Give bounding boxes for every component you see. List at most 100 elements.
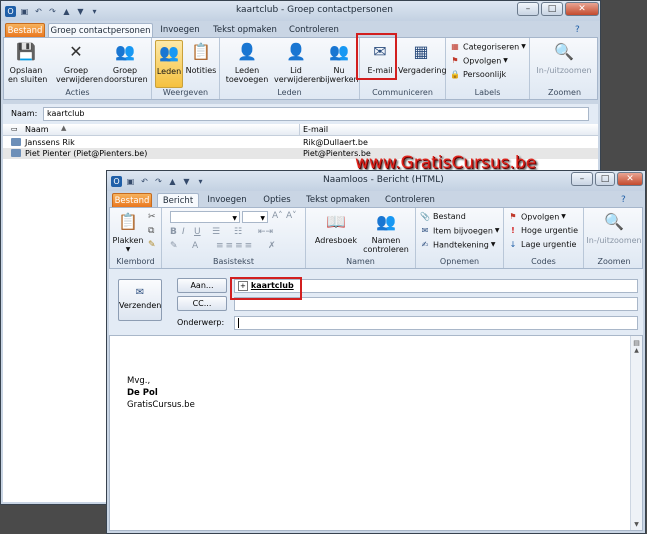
tab-bericht[interactable]: Bericht	[157, 193, 199, 208]
paperclip-icon: 📎	[420, 211, 430, 221]
tab-groep-contactpersonen[interactable]: Groep contactpersonen	[48, 23, 153, 38]
cc-button[interactable]: CC...	[177, 296, 227, 311]
font-size-select[interactable]: ▼	[242, 211, 268, 223]
categorize-button[interactable]: ▦ Categoriseren ▼	[450, 41, 526, 54]
col-naam[interactable]: Naam	[25, 125, 49, 134]
tab-invoegen[interactable]: Invoegen	[155, 23, 205, 38]
signature-button[interactable]: ✍ Handtekening ▼	[420, 239, 496, 252]
add-members-button[interactable]: 👤 Leden toevoegen	[224, 40, 270, 84]
numbering-icon[interactable]: ☷	[234, 227, 242, 237]
font-color-icon[interactable]: A	[192, 241, 198, 251]
to-button[interactable]: Aan...	[177, 278, 227, 293]
up-icon[interactable]: ▲	[167, 176, 178, 187]
tab-invoegen[interactable]: Invoegen	[203, 193, 251, 208]
followup-button[interactable]: ⚑ Opvolgen ▼	[508, 211, 566, 224]
group-zoomen: 🔍 In-/uitzoomen Zoomen	[584, 208, 644, 268]
shrink-font-icon[interactable]: A˅	[286, 211, 297, 221]
ruler-icon[interactable]: ▤	[631, 339, 642, 347]
tab-controleren[interactable]: Controleren	[379, 193, 441, 208]
redo-icon[interactable]: ↷	[153, 176, 164, 187]
attach-file-button[interactable]: 📎 Bestand	[420, 211, 466, 223]
vertical-scrollbar[interactable]: ▤ ▲ ▼	[630, 336, 642, 530]
highlight-icon[interactable]: ✎	[170, 241, 178, 251]
group-label-codes: Codes	[531, 257, 556, 266]
help-icon[interactable]: ?	[575, 25, 580, 35]
body-line-site: GratisCursus.be	[127, 400, 195, 410]
underline-icon[interactable]: U	[194, 227, 201, 237]
italic-icon[interactable]: I	[182, 227, 185, 237]
close-button[interactable]: ✕	[565, 2, 599, 16]
notes-label: Notities	[185, 66, 217, 75]
minimize-button[interactable]: –	[571, 172, 593, 186]
tab-tekst-opmaken[interactable]: Tekst opmaken	[210, 23, 280, 38]
cut-icon[interactable]: ✂	[148, 212, 156, 222]
customize-icon[interactable]: ▾	[89, 6, 100, 17]
down-icon[interactable]: ▼	[181, 176, 192, 187]
delete-x-icon: ✕	[69, 42, 83, 61]
update-now-button[interactable]: 👥 Nu bijwerken	[320, 40, 359, 84]
message-body[interactable]: Mvg., De Pol GratisCursus.be ▤ ▲ ▼	[109, 335, 643, 531]
copy-icon[interactable]: ⧉	[148, 226, 154, 236]
paste-label: Plakken	[112, 236, 144, 245]
tab-tekst-opmaken[interactable]: Tekst opmaken	[303, 193, 373, 208]
low-importance-button[interactable]: ↓ Lage urgentie	[508, 239, 577, 251]
save-icon[interactable]: ▣	[19, 6, 30, 17]
send-button[interactable]: ✉ Verzenden	[118, 279, 162, 321]
followup-button[interactable]: ⚑ Opvolgen ▼	[450, 55, 508, 68]
group-label-zoomen: Zoomen	[597, 257, 631, 266]
bold-icon[interactable]: B	[170, 227, 177, 237]
font-name-select[interactable]: ▼	[170, 211, 240, 223]
attach-item-button[interactable]: ✉ Item bijvoegen ▼	[420, 225, 500, 238]
meeting-button[interactable]: ▦ Vergadering	[398, 40, 447, 75]
check-names-button[interactable]: 👥 Namen controleren	[362, 210, 410, 254]
up-icon[interactable]: ▲	[61, 6, 72, 17]
minimize-button[interactable]: –	[517, 2, 539, 16]
high-importance-button[interactable]: ! Hoge urgentie	[508, 225, 578, 237]
help-icon[interactable]: ?	[621, 195, 626, 205]
maximize-button[interactable]: □	[541, 2, 563, 16]
grow-font-icon[interactable]: A˄	[272, 211, 283, 221]
group-label-opnemen: Opnemen	[439, 257, 480, 266]
maximize-button[interactable]: □	[595, 172, 615, 186]
customize-icon[interactable]: ▾	[195, 176, 206, 187]
delete-group-button[interactable]: ✕ Groep verwijderen	[56, 40, 103, 84]
subject-input[interactable]	[234, 316, 638, 330]
group-label-klembord: Klembord	[116, 257, 155, 266]
tab-bestand[interactable]: Bestand	[5, 23, 45, 38]
scroll-down-icon[interactable]: ▼	[631, 521, 642, 528]
members-button[interactable]: 👥 Leden	[155, 40, 183, 88]
remove-member-button[interactable]: 👤 Lid verwijderen	[274, 40, 321, 84]
lock-icon: 🔒	[450, 69, 460, 79]
private-button[interactable]: 🔒 Persoonlijk	[450, 69, 506, 81]
format-painter-icon[interactable]: ✎	[148, 240, 156, 250]
dropdown-arrow-icon: ▼	[503, 57, 508, 64]
categorize-label: Categoriseren	[463, 42, 520, 52]
redo-icon[interactable]: ↷	[47, 6, 58, 17]
dropdown-arrow-icon: ▼	[125, 246, 131, 253]
scroll-up-icon[interactable]: ▲	[631, 347, 642, 354]
table-row[interactable]: Janssens Rik Rik@Dullaert.be	[3, 137, 598, 148]
down-icon[interactable]: ▼	[75, 6, 86, 17]
save-icon[interactable]: ▣	[125, 176, 136, 187]
indent-icon[interactable]: ⇤⇥	[258, 227, 273, 237]
zoom-button[interactable]: 🔍 In-/uitzoomen	[533, 40, 595, 75]
paste-button[interactable]: 📋 Plakken ▼	[112, 210, 144, 254]
clear-format-icon[interactable]: ✗	[268, 241, 276, 251]
align-icons[interactable]: ≡≡≡≡	[216, 241, 254, 251]
undo-icon[interactable]: ↶	[33, 6, 44, 17]
zoom-button[interactable]: 🔍 In-/uitzoomen	[585, 210, 643, 245]
tab-opties[interactable]: Opties	[257, 193, 297, 208]
high-importance-label: Hoge urgentie	[521, 226, 579, 235]
col-email[interactable]: E-mail	[303, 125, 328, 134]
notes-button[interactable]: 📋 Notities	[185, 40, 217, 75]
bullets-icon[interactable]: ☰	[212, 227, 220, 237]
name-input[interactable]: kaartclub	[43, 107, 589, 121]
undo-icon[interactable]: ↶	[139, 176, 150, 187]
window-title: Naamloos - Bericht (HTML)	[323, 175, 444, 185]
forward-group-button[interactable]: 👥 Groep doorsturen	[104, 40, 148, 84]
tab-controleren[interactable]: Controleren	[283, 23, 345, 38]
addressbook-button[interactable]: 📖 Adresboek	[314, 210, 358, 245]
save-close-button[interactable]: 💾 Opslaan en sluiten	[8, 40, 47, 84]
close-button[interactable]: ✕	[617, 172, 643, 186]
tab-bestand[interactable]: Bestand	[112, 193, 152, 208]
